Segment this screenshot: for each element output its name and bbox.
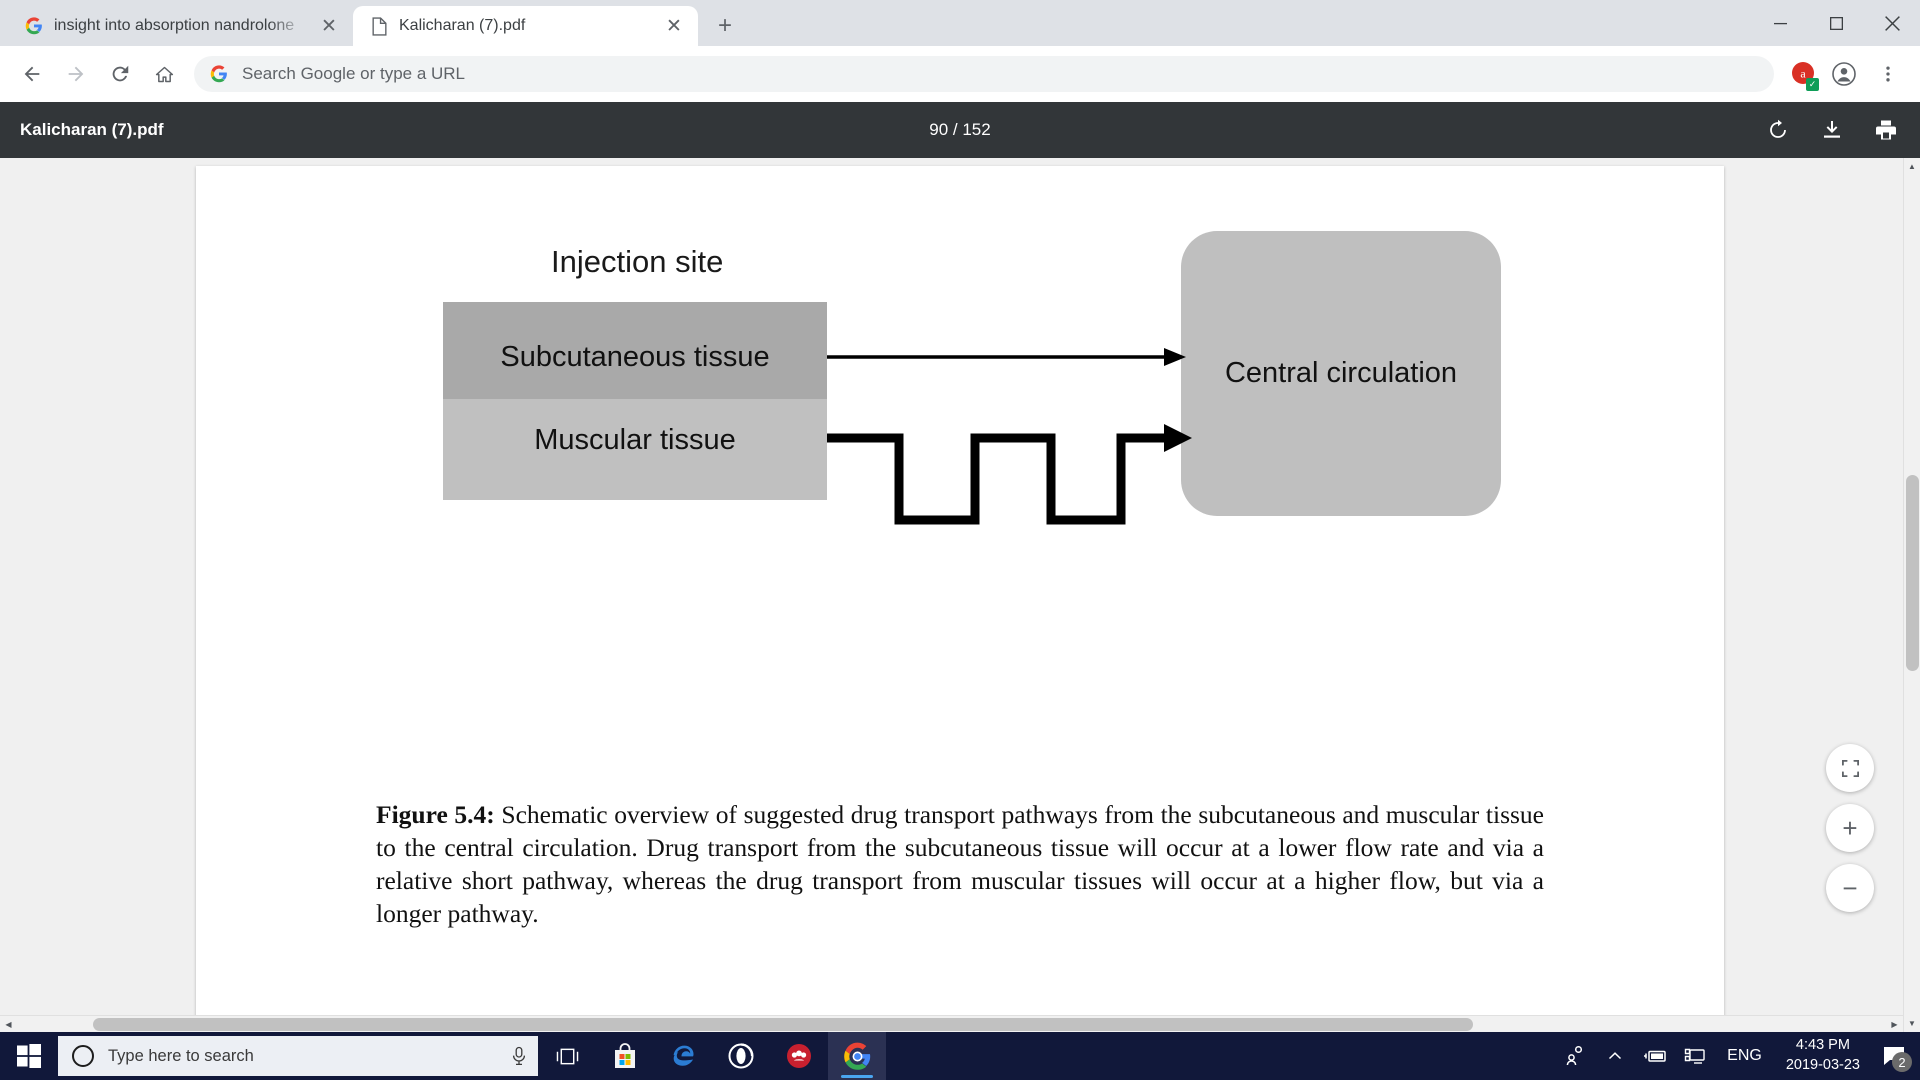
tab-strip: insight into absorption nandrolone ✕ Kal…	[0, 0, 1920, 46]
extension-icon[interactable]: a ✓	[1786, 57, 1820, 91]
pdf-toolbar-actions	[1764, 116, 1900, 144]
home-icon[interactable]	[144, 54, 184, 94]
tab-title: insight into absorption nandrolone	[54, 17, 295, 34]
windows-taskbar: Type here to search ENG 4:43 PM 2019-03-…	[0, 1032, 1920, 1080]
display-network-icon[interactable]	[1675, 1032, 1715, 1080]
horizontal-scrollbar[interactable]: ◀ ▶	[0, 1015, 1903, 1032]
search-input[interactable]	[242, 64, 1758, 84]
muscular-arrow-head	[1164, 424, 1192, 452]
chrome-icon[interactable]	[828, 1032, 886, 1080]
horizontal-scroll-track[interactable]	[17, 1016, 1886, 1033]
chevron-up-icon[interactable]	[1595, 1032, 1635, 1080]
pdf-file-icon	[369, 16, 389, 36]
profile-avatar-icon[interactable]	[1824, 54, 1864, 94]
address-bar[interactable]	[194, 56, 1774, 92]
zoom-out-button[interactable]: −	[1826, 864, 1874, 912]
language-indicator[interactable]: ENG	[1715, 1047, 1774, 1065]
pdf-toolbar: Kalicharan (7).pdf 90 / 152	[0, 102, 1920, 158]
taskbar-search-box[interactable]: Type here to search	[58, 1036, 538, 1076]
pdf-scroll-area[interactable]: Injection site Subcutaneous tissue Muscu…	[0, 158, 1920, 1032]
google-icon	[210, 65, 228, 83]
mendeley-icon[interactable]	[770, 1032, 828, 1080]
tab-insight-absorption[interactable]: insight into absorption nandrolone ✕	[8, 6, 353, 46]
tab-kalicharan-pdf[interactable]: Kalicharan (7).pdf ✕	[353, 6, 698, 46]
opera-icon[interactable]	[712, 1032, 770, 1080]
notification-icon[interactable]: 2	[1872, 1032, 1916, 1080]
rotate-clockwise-icon[interactable]	[1764, 116, 1792, 144]
microphone-icon[interactable]	[510, 1046, 528, 1066]
scroll-right-icon[interactable]: ▶	[1886, 1016, 1903, 1033]
horizontal-scroll-thumb[interactable]	[93, 1017, 1473, 1031]
google-icon	[24, 16, 44, 36]
search-placeholder-text: Type here to search	[108, 1046, 254, 1065]
pdf-filename: Kalicharan (7).pdf	[20, 120, 164, 139]
print-icon[interactable]	[1872, 116, 1900, 144]
clock-date: 2019-03-23	[1785, 1057, 1860, 1073]
reload-icon[interactable]	[100, 54, 140, 94]
close-icon[interactable]	[1864, 0, 1920, 46]
cortana-circle-icon	[72, 1045, 94, 1067]
maximize-icon[interactable]	[1808, 0, 1864, 46]
caption-text: Schematic overview of suggested drug tra…	[376, 800, 1544, 929]
extension-check-badge: ✓	[1806, 78, 1819, 91]
new-tab-button[interactable]: +	[708, 9, 742, 43]
close-icon[interactable]: ✕	[317, 14, 341, 38]
system-tray: ENG 4:43 PM 2019-03-23 2	[1555, 1032, 1920, 1080]
browser-window: insight into absorption nandrolone ✕ Kal…	[0, 0, 1920, 1032]
browser-toolbar: a ✓	[0, 46, 1920, 102]
figure-caption: Figure 5.4: Schematic overview of sugges…	[376, 798, 1544, 931]
forward-arrow-icon[interactable]	[56, 54, 96, 94]
muscular-arrow	[827, 433, 1164, 525]
page-counter: 90 / 152	[929, 120, 991, 139]
tab-title: Kalicharan (7).pdf	[399, 17, 526, 34]
pdf-zoom-controls: + −	[1826, 744, 1874, 912]
clock-time: 4:43 PM	[1795, 1037, 1850, 1054]
vertical-scroll-thumb[interactable]	[1905, 475, 1919, 671]
close-icon[interactable]: ✕	[662, 14, 686, 38]
three-dot-menu-icon[interactable]	[1868, 54, 1908, 94]
battery-charging-icon[interactable]	[1635, 1032, 1675, 1080]
edge-icon[interactable]	[654, 1032, 712, 1080]
figure-arrows	[827, 348, 1192, 525]
back-arrow-icon[interactable]	[12, 54, 52, 94]
scroll-up-icon[interactable]: ▲	[1904, 158, 1920, 175]
minimize-icon[interactable]	[1752, 0, 1808, 46]
microsoft-store-icon[interactable]	[596, 1032, 654, 1080]
people-icon[interactable]	[1555, 1032, 1595, 1080]
task-view-icon[interactable]	[538, 1032, 596, 1080]
caption-number: Figure 5.4:	[376, 800, 495, 829]
figure-5-4: Injection site Subcutaneous tissue Muscu…	[196, 216, 1724, 736]
fit-to-page-button[interactable]	[1826, 744, 1874, 792]
zoom-in-button[interactable]: +	[1826, 804, 1874, 852]
pdf-page: Injection site Subcutaneous tissue Muscu…	[196, 166, 1724, 1032]
scroll-down-icon[interactable]: ▼	[1904, 1015, 1920, 1032]
taskbar-app-icons	[538, 1032, 886, 1080]
windows-start-icon[interactable]	[0, 1032, 58, 1080]
clock[interactable]: 4:43 PM 2019-03-23	[1774, 1036, 1872, 1075]
download-icon[interactable]	[1818, 116, 1846, 144]
vertical-scrollbar[interactable]: ▲ ▼	[1903, 158, 1920, 1032]
subcutaneous-arrow	[827, 348, 1186, 366]
pdf-viewer: Kalicharan (7).pdf 90 / 152 Injection si…	[0, 102, 1920, 1032]
scroll-left-icon[interactable]: ◀	[0, 1016, 17, 1033]
window-controls	[1752, 0, 1920, 46]
vertical-scroll-track[interactable]	[1904, 175, 1920, 1015]
notification-count-badge: 2	[1892, 1052, 1912, 1072]
